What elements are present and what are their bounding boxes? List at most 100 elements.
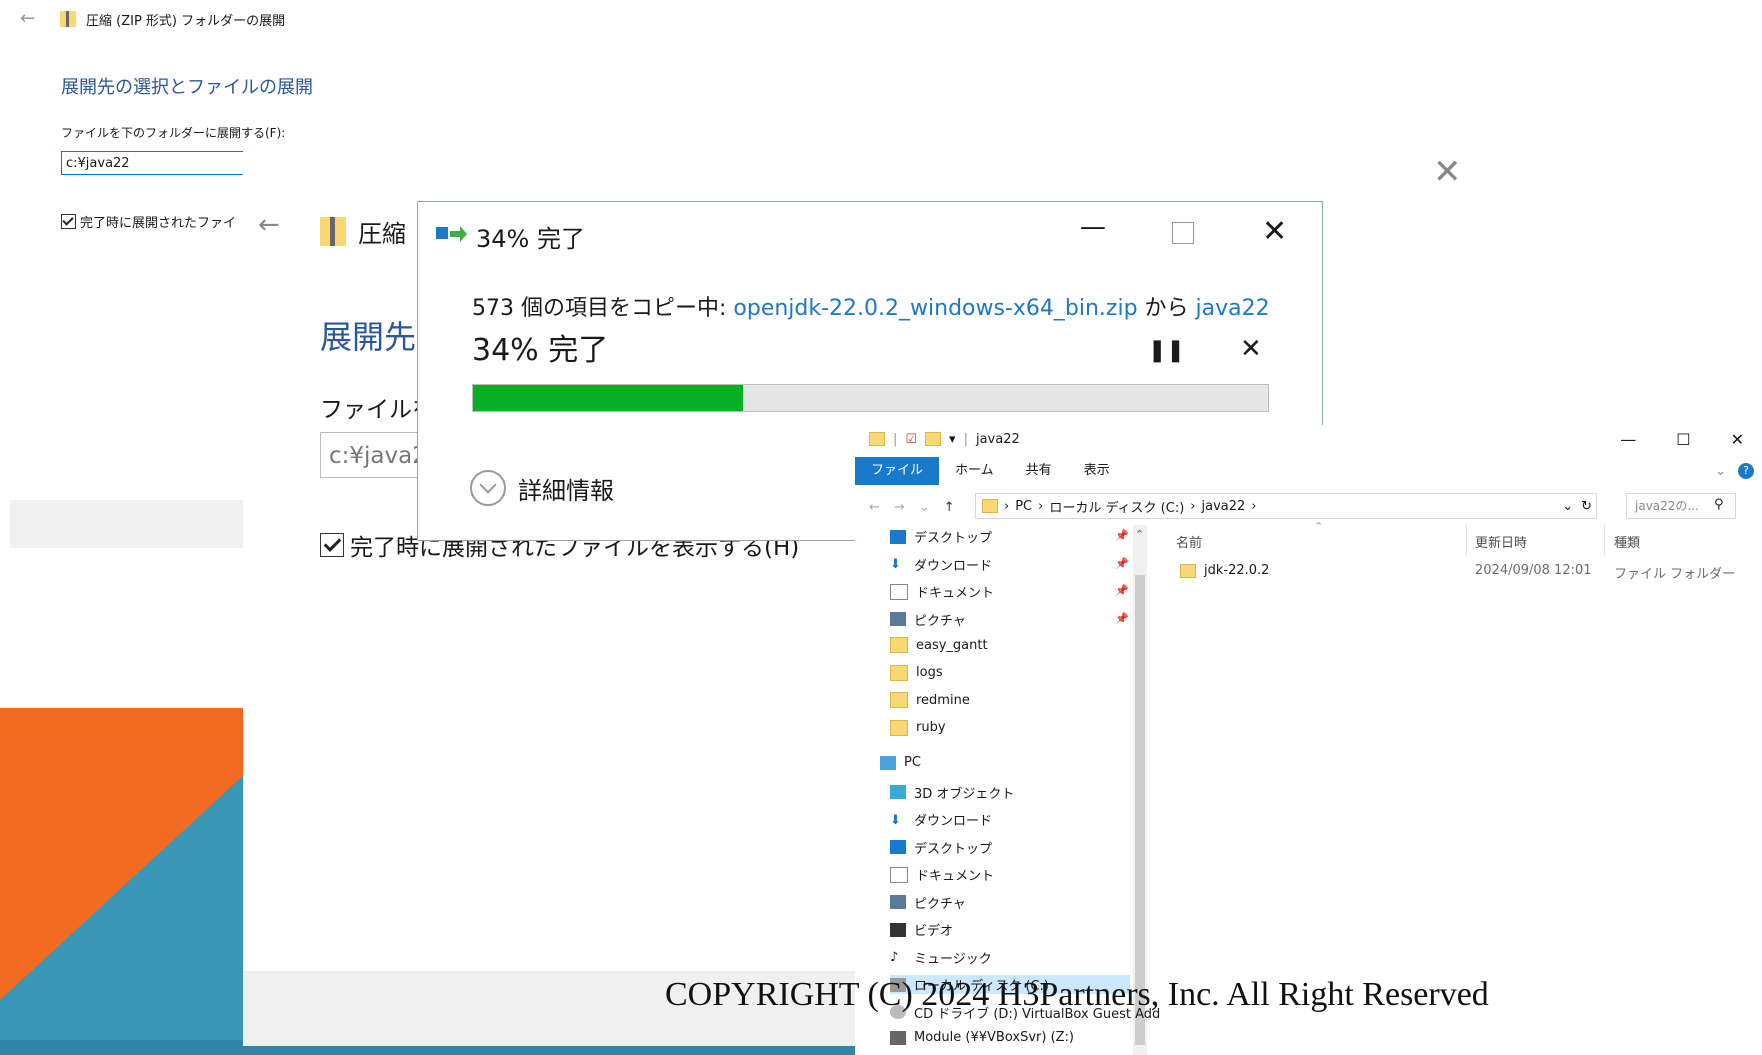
nav-item-label: redmine: [916, 692, 970, 708]
nav-item-pc-5[interactable]: ビデオ: [890, 920, 953, 939]
tab-file[interactable]: ファイル: [855, 457, 940, 485]
pin-icon: 📌: [1115, 584, 1129, 597]
nav-item-quick-7[interactable]: ruby: [890, 719, 946, 736]
close-icon[interactable]: ✕: [1262, 214, 1287, 249]
nav-item-pc-1[interactable]: ⬇ ダウンロード: [890, 810, 992, 830]
breadcrumb-java22[interactable]: java22: [1202, 499, 1246, 514]
expand-ribbon-icon[interactable]: ⌄: [1715, 464, 1726, 479]
picture-icon: [890, 612, 906, 626]
checkbox-label: 完了時に展開されたファイ: [80, 216, 237, 231]
back-icon[interactable]: ←: [869, 500, 880, 515]
music-icon: ♪: [890, 950, 899, 965]
destination-label: ファイルを下のフォルダーに展開する(F):: [61, 126, 286, 140]
zip-folder-icon: [60, 11, 76, 27]
cancel-icon[interactable]: ✕: [1240, 334, 1262, 364]
zip-folder-icon: [320, 217, 346, 246]
3d-objects-icon: [890, 785, 906, 799]
scroll-up-icon[interactable]: ⌃: [1135, 528, 1144, 541]
maximize-icon[interactable]: ☐: [1676, 430, 1690, 449]
nav-item-pc-3[interactable]: ドキュメント: [890, 865, 994, 884]
quick-access-dropdown-icon[interactable]: ▾: [949, 432, 956, 447]
window-title: java22: [975, 431, 1020, 447]
tab-view[interactable]: 表示: [1068, 457, 1126, 485]
up-icon[interactable]: ↑: [944, 500, 955, 515]
document-icon: [890, 583, 908, 600]
sort-up-icon: ⌃: [1314, 520, 1324, 533]
properties-icon[interactable]: ☑: [905, 432, 917, 447]
pause-icon[interactable]: ❚❚: [1148, 338, 1185, 363]
network-drive-icon: [890, 1030, 906, 1045]
folder-icon: [1180, 563, 1196, 578]
copy-icon: [436, 226, 467, 242]
file-type: ファイル フォルダー: [1614, 567, 1736, 582]
nav-item-quick-2[interactable]: ドキュメント: [890, 582, 994, 601]
pin-icon: 📌: [1115, 556, 1129, 570]
nav-item-label: ピクチャ: [914, 613, 966, 629]
folder-icon: [890, 719, 908, 736]
minimize-icon[interactable]: —: [1080, 212, 1106, 242]
folder-icon: [869, 432, 885, 446]
nav-item-pc[interactable]: PC: [880, 755, 921, 770]
details-toggle[interactable]: 詳細情報: [470, 470, 614, 506]
nav-item-quick-6[interactable]: redmine: [890, 692, 970, 708]
progress-description: 573 個の項目をコピー中: openjdk-22.0.2_windows-x6…: [472, 296, 1270, 321]
nav-item-quick-1[interactable]: ⬇ ダウンロード: [890, 555, 992, 574]
recent-icon[interactable]: ⌄: [919, 500, 930, 515]
folder-icon: [890, 664, 908, 681]
help-icon[interactable]: ?: [1738, 463, 1754, 479]
nav-item-label: easy_gantt: [916, 637, 988, 653]
source-link[interactable]: openjdk-22.0.2_windows-x64_bin.zip: [733, 296, 1137, 321]
back-arrow-icon[interactable]: ←: [20, 8, 35, 29]
maximize-icon[interactable]: [1172, 222, 1194, 244]
progress-percent: 34% 完了: [472, 333, 609, 368]
progress-title: 34% 完了: [476, 225, 585, 253]
close-icon[interactable]: ✕: [1731, 430, 1744, 449]
details-label: 詳細情報: [518, 476, 614, 505]
column-name[interactable]: 名前: [1176, 532, 1202, 551]
nav-item-quick-3[interactable]: ピクチャ: [890, 610, 966, 629]
document-icon: [890, 866, 908, 883]
pc-icon: [880, 755, 896, 770]
destination-link[interactable]: java22: [1196, 296, 1270, 321]
nav-item-label: ビデオ: [914, 924, 954, 939]
file-row[interactable]: jdk-22.0.2: [1180, 563, 1269, 578]
nav-item-quick-5[interactable]: logs: [890, 664, 943, 681]
chevron-down-icon: [470, 470, 506, 506]
show-files-checkbox[interactable]: 完了時に展開されたファイ: [61, 212, 236, 231]
nav-item-label: logs: [916, 665, 943, 680]
nav-item-pc-2[interactable]: デスクトップ: [890, 838, 992, 857]
nav-item-pc-0[interactable]: 3D オブジェクト: [890, 783, 1014, 802]
file-name: jdk-22.0.2: [1204, 563, 1270, 578]
nav-scroll-thumb[interactable]: [1135, 575, 1145, 1045]
column-modified[interactable]: 更新日時: [1475, 532, 1527, 551]
nav-item-label: ピクチャ: [914, 896, 966, 912]
breadcrumb-disk[interactable]: ローカル ディスク (C:): [1049, 497, 1184, 516]
download-icon: ⬇: [890, 812, 901, 828]
ribbon-tabs: ファイル ホーム 共有 表示 ⌄ ?: [855, 457, 1762, 485]
nav-item-pc-9[interactable]: Module (¥¥VBoxSvr) (Z:): [890, 1030, 1074, 1045]
folder-icon: [890, 637, 908, 653]
tab-home[interactable]: ホーム: [939, 457, 1010, 485]
nav-item-label: デスクトップ: [914, 841, 993, 857]
tab-share[interactable]: 共有: [1010, 457, 1068, 485]
search-icon[interactable]: ⚲: [1714, 497, 1724, 512]
refresh-icon[interactable]: ↻: [1581, 499, 1592, 514]
breadcrumb-pc[interactable]: PC: [1015, 499, 1032, 514]
history-dropdown-icon[interactable]: ⌄: [1562, 499, 1573, 514]
folder-icon: [982, 499, 998, 513]
nav-item-quick-4[interactable]: easy_gantt: [890, 637, 988, 653]
nav-item-pc-4[interactable]: ピクチャ: [890, 893, 966, 912]
dialog-title: 圧縮 (ZIP 形式) フォルダーの展開: [86, 14, 286, 29]
destination-input[interactable]: c:¥java22: [61, 151, 251, 175]
forward-icon[interactable]: →: [894, 500, 905, 515]
nav-item-label: PC: [904, 755, 921, 770]
minimize-icon[interactable]: —: [1620, 430, 1636, 449]
nav-item-pc-6[interactable]: ♪ ミュージック: [890, 948, 992, 967]
nav-item-quick-0[interactable]: デスクトップ: [890, 527, 992, 546]
address-bar[interactable]: › PC › ローカル ディスク (C:) › java22 › ⌄ ↻: [975, 493, 1597, 519]
nav-item-label: ダウンロード: [914, 558, 993, 574]
new-folder-icon[interactable]: [925, 432, 942, 446]
column-type[interactable]: 種類: [1614, 532, 1640, 551]
close-icon[interactable]: ✕: [1433, 152, 1462, 192]
back-arrow-icon[interactable]: ←: [258, 210, 280, 240]
